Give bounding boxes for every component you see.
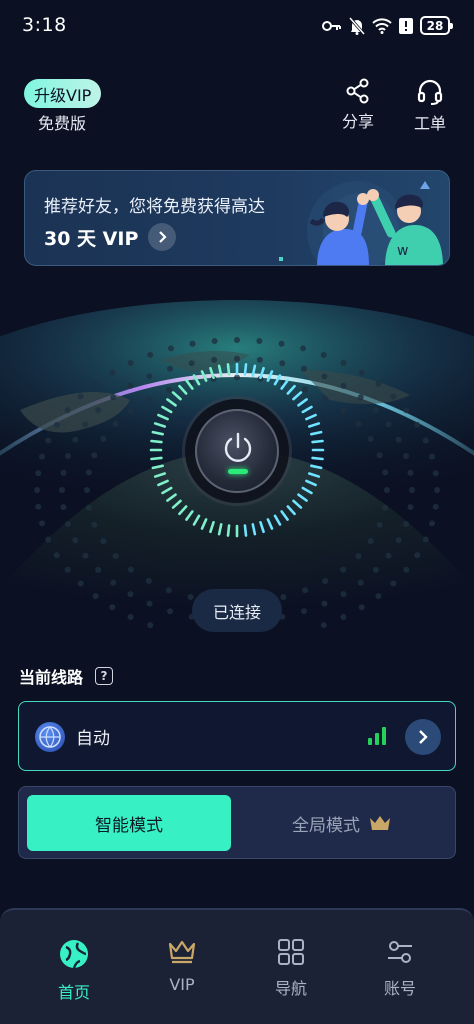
sliders-icon [388,941,412,963]
tab-account-label: 账号 [383,979,416,998]
help-icon[interactable]: ? [95,667,114,685]
grid-icon [278,939,304,965]
globe-icon [35,722,65,752]
upgrade-vip-button[interactable]: 升级VIP [24,79,102,108]
mute-bell-icon [349,16,365,35]
power-icon [224,432,252,462]
chevron-right-icon[interactable] [405,719,441,755]
crown-icon [168,940,196,964]
global-mode-label: 全局模式 [292,815,360,836]
headset-icon [417,79,443,105]
high-five-illustration: w [279,181,443,265]
connection-status: 已连接 [192,589,282,632]
route-title-text: 当前线路 [19,668,84,687]
tab-vip[interactable]: VIP [142,938,222,994]
ticket-button[interactable]: 工单 [402,78,458,134]
banner-headline: 推荐好友，您将免费获得高达 [44,197,265,217]
tab-navigation-label: 导航 [274,979,307,998]
route-name: 自动 [76,729,110,749]
tab-account[interactable]: 账号 [360,938,440,999]
banner-offer: 30 天 VIP [44,223,177,251]
banner-offer-text: 30 天 VIP [44,227,139,250]
tab-home[interactable]: 首页 [34,938,114,1003]
signal-strength-icon [368,727,386,745]
svg-text:w: w [397,243,408,259]
bottom-tab-bar: 首页 VIP 导航 账号 [0,908,474,1024]
referral-banner[interactable]: 推荐好友，您将免费获得高达 30 天 VIP w [24,170,450,266]
connected-indicator [228,469,248,474]
tab-vip-label: VIP [169,975,195,994]
key-icon [322,20,341,31]
mode-toggle: 智能模式 全局模式 [18,786,456,859]
power-button[interactable] [195,409,279,493]
status-time: 3:18 [22,14,67,36]
plan-label: 免费版 [38,114,87,133]
share-label: 分享 [341,112,374,131]
globe-icon [60,940,88,969]
global-mode-button[interactable]: 全局模式 [235,795,449,851]
wifi-icon [372,17,392,34]
battery-indicator: 28 [420,16,453,35]
crown-icon [370,816,390,830]
chevron-right-icon [148,223,177,251]
route-selector[interactable]: 自动 [18,701,456,771]
route-section-title: 当前线路 ? [19,664,114,688]
tab-navigation[interactable]: 导航 [251,938,331,999]
ticket-label: 工单 [413,114,446,133]
alert-icon [399,17,413,34]
share-icon [346,78,369,104]
status-bar: 3:18 28 [0,0,474,52]
share-button[interactable]: 分享 [330,78,386,132]
status-icons: 28 [322,16,453,35]
tab-home-label: 首页 [57,983,90,1002]
smart-mode-button[interactable]: 智能模式 [27,795,231,851]
